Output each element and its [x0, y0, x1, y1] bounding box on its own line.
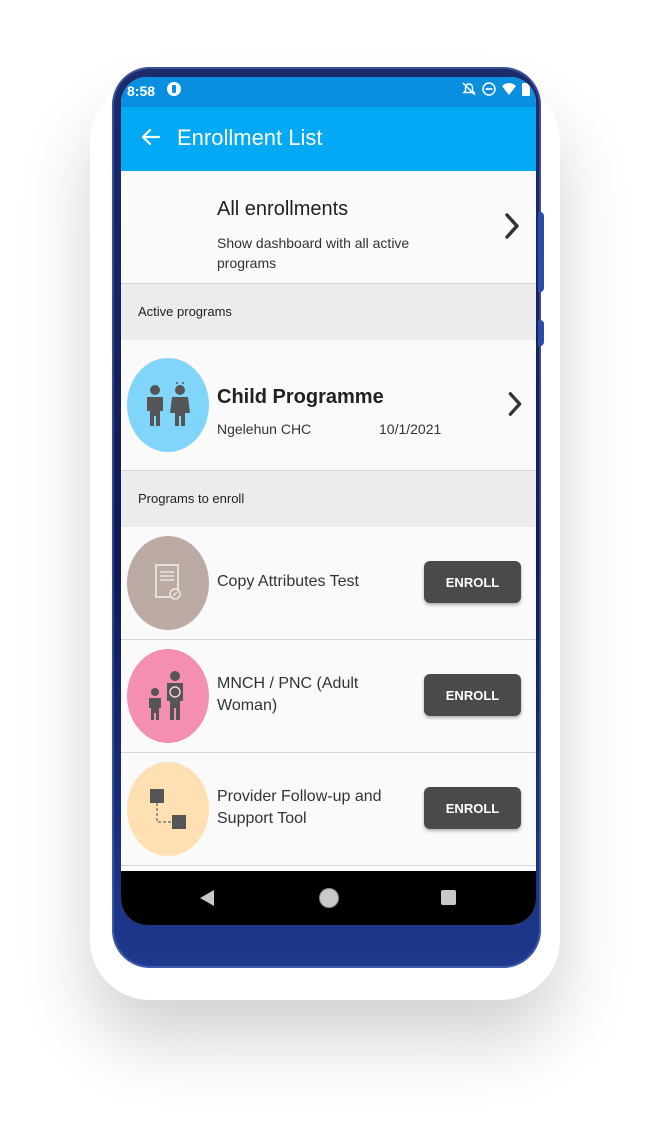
- wifi-icon: [502, 83, 516, 95]
- volume-button: [538, 212, 544, 292]
- program-avatar: [127, 762, 209, 856]
- status-bar: 8:58: [121, 77, 536, 107]
- notifications-off-icon: [462, 82, 476, 96]
- navigation-bar: [121, 871, 536, 925]
- screen: 8:58 Enrollment List All enrollments Sho…: [121, 77, 536, 925]
- all-enrollments-title: All enrollments: [217, 198, 349, 220]
- program-avatar: [127, 536, 209, 630]
- program-list-item: Provider Follow-up and Support Tool ENRO…: [121, 753, 536, 866]
- enroll-button[interactable]: ENROLL: [424, 787, 521, 829]
- org-unit: Ngelehun CHC: [217, 421, 312, 437]
- app-notification-icon: [167, 82, 181, 96]
- status-icons: [462, 82, 530, 96]
- status-time: 8:58: [127, 83, 156, 99]
- enrollment-date: 10/1/2021: [379, 421, 442, 437]
- children-icon: [147, 382, 190, 426]
- all-enrollments-subtitle: Show dashboard with all active programs: [217, 235, 410, 271]
- back-arrow-icon[interactable]: [139, 125, 163, 149]
- programs-to-enroll-header: Programs to enroll: [121, 471, 536, 527]
- active-programs-header: Active programs: [121, 284, 536, 340]
- enroll-button[interactable]: ENROLL: [424, 674, 521, 716]
- programs-to-enroll-label: Programs to enroll: [138, 491, 245, 506]
- program-name: Child Programme: [217, 386, 384, 408]
- program-name: MNCH / PNC (Adult Woman): [217, 675, 359, 714]
- program-name: Provider Follow-up and Support Tool: [217, 788, 382, 827]
- battery-icon: [522, 83, 530, 96]
- program-avatar: [127, 358, 209, 452]
- app-bar: Enrollment List: [121, 107, 536, 171]
- power-button: [538, 320, 544, 346]
- enroll-button[interactable]: ENROLL: [424, 561, 521, 603]
- program-list-item: Copy Attributes Test ENROLL: [121, 527, 536, 640]
- active-program-item[interactable]: Child Programme Ngelehun CHC 10/1/2021: [121, 340, 536, 471]
- chevron-right-icon: [508, 392, 522, 416]
- all-enrollments-item[interactable]: All enrollments Show dashboard with all …: [121, 171, 536, 284]
- nav-recents-icon[interactable]: [441, 890, 456, 905]
- flow-icon: [150, 789, 186, 829]
- chevron-right-icon: [505, 213, 519, 239]
- program-name: Copy Attributes Test: [217, 573, 359, 590]
- nav-home-icon[interactable]: [319, 888, 339, 908]
- mother-child-icon: [149, 671, 183, 720]
- do-not-disturb-icon: [482, 82, 496, 96]
- active-programs-label: Active programs: [138, 304, 232, 319]
- program-avatar: [127, 649, 209, 743]
- nav-back-icon[interactable]: [199, 889, 215, 907]
- document-icon: [155, 564, 181, 600]
- program-list-item: MNCH / PNC (Adult Woman) ENROLL: [121, 640, 536, 753]
- page-title: Enrollment List: [177, 125, 323, 150]
